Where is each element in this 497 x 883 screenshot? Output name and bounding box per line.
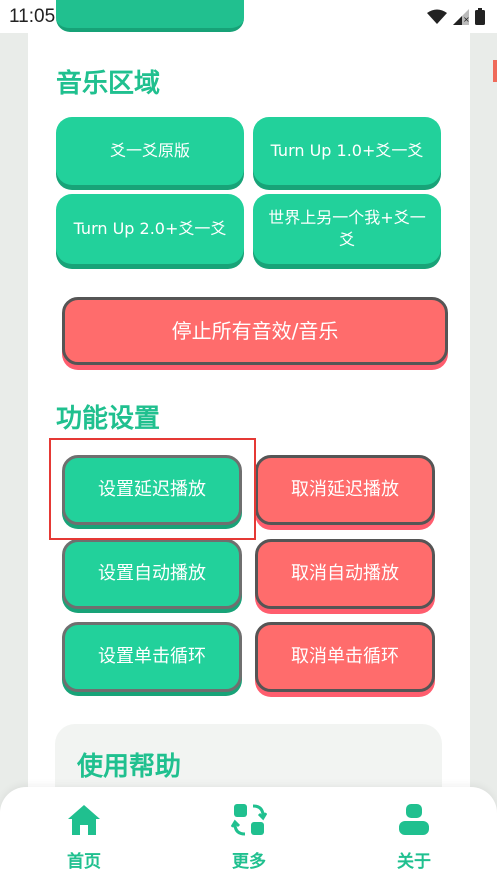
bottom-nav: 首页 更多 关于 (0, 787, 497, 883)
nav-label-more: 更多 (232, 852, 266, 872)
edge-accent (493, 60, 497, 82)
set-click-loop-button[interactable]: 设置单击循环 (62, 622, 242, 692)
music-button-turnup-1[interactable]: Turn Up 1.0+爻一爻 (253, 117, 441, 185)
music-button-original[interactable]: 爻一爻原版 (56, 117, 244, 185)
status-icons: × (427, 8, 485, 25)
wifi-icon (427, 9, 447, 24)
cancel-click-loop-button[interactable]: 取消单击循环 (255, 622, 435, 692)
music-button-another-me[interactable]: 世界上另一个我+爻一爻 (253, 194, 441, 264)
stop-all-button[interactable]: 停止所有音效/音乐 (62, 297, 448, 365)
user-icon (399, 804, 429, 835)
settings-section-title: 功能设置 (56, 404, 161, 434)
nav-label-home: 首页 (67, 852, 101, 872)
status-time: 11:05 (9, 6, 56, 27)
cancel-delay-play-button[interactable]: 取消延迟播放 (255, 455, 435, 525)
cancel-auto-play-button[interactable]: 取消自动播放 (255, 539, 435, 609)
grid-swap-icon (231, 804, 267, 836)
set-delay-play-button[interactable]: 设置延迟播放 (62, 455, 242, 525)
battery-icon (475, 8, 485, 25)
nav-item-about[interactable]: 关于 (354, 787, 474, 883)
signal-icon: × (453, 8, 469, 25)
nav-item-more[interactable]: 更多 (189, 787, 309, 883)
music-section-title: 音乐区域 (56, 69, 161, 99)
home-icon (68, 805, 100, 835)
music-button-turnup-2[interactable]: Turn Up 2.0+爻一爻 (56, 194, 244, 264)
nav-label-about: 关于 (397, 852, 431, 872)
nav-item-home[interactable]: 首页 (24, 787, 144, 883)
scrolled-button-top[interactable] (56, 0, 244, 32)
help-section-title: 使用帮助 (77, 752, 182, 782)
svg-text:×: × (463, 15, 469, 24)
set-auto-play-button[interactable]: 设置自动播放 (62, 539, 242, 609)
